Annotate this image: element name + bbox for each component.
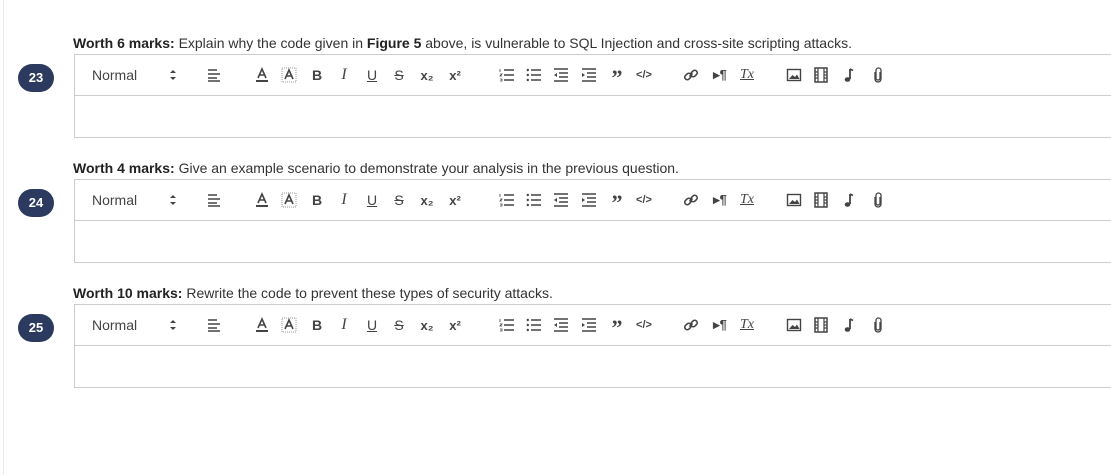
font-color-icon[interactable] — [251, 188, 273, 212]
answer-text-area[interactable] — [75, 221, 1111, 262]
subscript-icon[interactable]: x₂ — [416, 63, 438, 87]
indent-icon[interactable] — [578, 188, 600, 212]
bullet-list-icon[interactable] — [523, 313, 545, 337]
bold-icon[interactable]: B — [306, 63, 328, 87]
strikethrough-icon[interactable]: S — [388, 313, 410, 337]
bullet-list-icon[interactable] — [523, 188, 545, 212]
prompt-text-after: above, is vulnerable to SQL Injection an… — [421, 35, 852, 51]
format-select-value: Normal — [92, 67, 138, 83]
prompt-text-before: Give an example scenario to demonstrate … — [178, 160, 679, 176]
video-icon[interactable] — [810, 188, 832, 212]
outdent-icon[interactable] — [550, 313, 572, 337]
clear-formatting-icon[interactable]: Tx — [736, 63, 758, 87]
ordered-list-icon[interactable] — [496, 188, 518, 212]
question-prompt: Worth 6 marks: Explain why the code give… — [73, 35, 852, 51]
bold-icon[interactable]: B — [306, 188, 328, 212]
background-color-icon[interactable] — [278, 188, 300, 212]
answer-text-area[interactable] — [75, 96, 1111, 137]
background-color-icon[interactable] — [278, 313, 300, 337]
link-icon[interactable] — [680, 313, 702, 337]
align-icon[interactable] — [203, 188, 225, 212]
underline-icon[interactable]: U — [361, 313, 383, 337]
italic-icon[interactable]: I — [333, 313, 355, 337]
text-direction-icon[interactable]: ▸¶ — [707, 313, 733, 337]
attachment-icon[interactable] — [867, 313, 889, 337]
blockquote-icon[interactable]: ” — [606, 313, 628, 339]
editor-toolbar: Normal B I U S x₂ x² ” </> ▸¶ Tx — [75, 55, 1111, 96]
prompt-text-before: Explain why the code given in — [178, 35, 367, 51]
underline-icon[interactable]: U — [361, 188, 383, 212]
question-number-badge: 25 — [18, 314, 54, 342]
align-icon[interactable] — [203, 63, 225, 87]
attachment-icon[interactable] — [867, 63, 889, 87]
clear-formatting-icon[interactable]: Tx — [736, 313, 758, 337]
italic-icon[interactable]: I — [333, 63, 355, 87]
strikethrough-icon[interactable]: S — [388, 188, 410, 212]
bold-icon[interactable]: B — [306, 313, 328, 337]
question-24: 24 Worth 4 marks: Give an example scenar… — [0, 160, 1111, 292]
outdent-icon[interactable] — [550, 188, 572, 212]
code-block-icon[interactable]: </> — [633, 188, 655, 212]
outdent-icon[interactable] — [550, 63, 572, 87]
code-block-icon[interactable]: </> — [633, 63, 655, 87]
question-prompt: Worth 4 marks: Give an example scenario … — [73, 160, 679, 176]
text-direction-icon[interactable]: ▸¶ — [707, 63, 733, 87]
indent-icon[interactable] — [578, 313, 600, 337]
superscript-icon[interactable]: x² — [444, 63, 466, 87]
format-select[interactable]: Normal — [92, 180, 182, 220]
question-prompt: Worth 10 marks: Rewrite the code to prev… — [73, 285, 553, 301]
question-number-badge: 23 — [18, 64, 54, 92]
text-direction-icon[interactable]: ▸¶ — [707, 188, 733, 212]
prompt-text-before: Rewrite the code to prevent these types … — [186, 285, 553, 301]
figure-reference: Figure 5 — [366, 35, 422, 51]
format-select-value: Normal — [92, 317, 138, 333]
question-23: 23 Worth 6 marks: Explain why the code g… — [0, 35, 1111, 167]
rich-text-editor: Normal B I U S x₂ x² ” </> ▸¶ Tx — [74, 304, 1111, 388]
bullet-list-icon[interactable] — [523, 63, 545, 87]
marks-label: Worth 6 marks: — [73, 35, 175, 51]
format-select[interactable]: Normal — [92, 55, 182, 95]
audio-icon[interactable] — [838, 63, 860, 87]
subscript-icon[interactable]: x₂ — [416, 313, 438, 337]
ordered-list-icon[interactable] — [496, 313, 518, 337]
question-25: 25 Worth 10 marks: Rewrite the code to p… — [0, 285, 1111, 417]
superscript-icon[interactable]: x² — [444, 313, 466, 337]
clear-formatting-icon[interactable]: Tx — [736, 188, 758, 212]
attachment-icon[interactable] — [867, 188, 889, 212]
subscript-icon[interactable]: x₂ — [416, 188, 438, 212]
code-block-icon[interactable]: </> — [633, 313, 655, 337]
answer-text-area[interactable] — [75, 346, 1111, 387]
image-icon[interactable] — [783, 313, 805, 337]
italic-icon[interactable]: I — [333, 188, 355, 212]
strikethrough-icon[interactable]: S — [388, 63, 410, 87]
background-color-icon[interactable] — [278, 63, 300, 87]
format-select[interactable]: Normal — [92, 305, 182, 345]
ordered-list-icon[interactable] — [496, 63, 518, 87]
rich-text-editor: Normal B I U S x₂ x² ” </> ▸¶ Tx — [74, 54, 1111, 138]
link-icon[interactable] — [680, 63, 702, 87]
editor-toolbar: Normal B I U S x₂ x² ” </> ▸¶ Tx — [75, 305, 1111, 346]
editor-toolbar: Normal B I U S x₂ x² ” </> ▸¶ Tx — [75, 180, 1111, 221]
image-icon[interactable] — [783, 63, 805, 87]
underline-icon[interactable]: U — [361, 63, 383, 87]
marks-label: Worth 10 marks: — [73, 285, 183, 301]
rich-text-editor: Normal B I U S x₂ x² ” </> ▸¶ Tx — [74, 179, 1111, 263]
audio-icon[interactable] — [838, 313, 860, 337]
audio-icon[interactable] — [838, 188, 860, 212]
font-color-icon[interactable] — [251, 313, 273, 337]
font-color-icon[interactable] — [251, 63, 273, 87]
blockquote-icon[interactable]: ” — [606, 63, 628, 89]
image-icon[interactable] — [783, 188, 805, 212]
superscript-icon[interactable]: x² — [444, 188, 466, 212]
marks-label: Worth 4 marks: — [73, 160, 175, 176]
format-select-value: Normal — [92, 192, 138, 208]
video-icon[interactable] — [810, 63, 832, 87]
video-icon[interactable] — [810, 313, 832, 337]
question-number-badge: 24 — [18, 189, 54, 217]
align-icon[interactable] — [203, 313, 225, 337]
link-icon[interactable] — [680, 188, 702, 212]
blockquote-icon[interactable]: ” — [606, 188, 628, 214]
indent-icon[interactable] — [578, 63, 600, 87]
